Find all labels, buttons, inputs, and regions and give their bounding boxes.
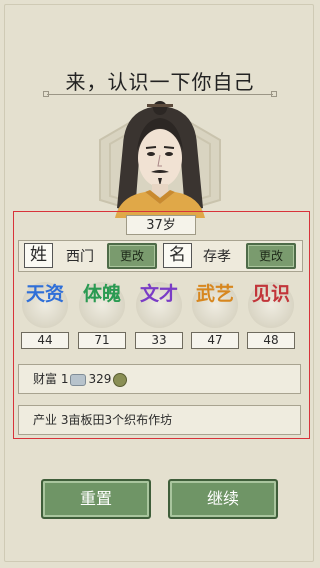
- surname-value: 西门: [66, 249, 94, 265]
- attribute-physique-label: 体魄: [82, 283, 121, 305]
- attribute-physique-value: 71: [78, 332, 126, 349]
- change-given-name-button[interactable]: 更改: [246, 243, 296, 269]
- attribute-literary-value: 33: [135, 332, 183, 349]
- copper-coin-icon: [113, 372, 128, 387]
- wealth-label: 财富: [33, 372, 58, 386]
- reset-button[interactable]: 重置: [41, 479, 151, 519]
- attribute-aptitude-label: 天资: [25, 283, 64, 305]
- property-value: 3亩板田3个织布作坊: [60, 413, 173, 427]
- property-row: 产业 3亩板田3个织布作坊: [18, 405, 301, 435]
- given-name-label: 名: [163, 243, 192, 268]
- attribute-knowledge-value: 48: [247, 332, 295, 349]
- attribute-physique: 体魄: [77, 280, 127, 330]
- title-ornament-right: [271, 91, 277, 97]
- title-divider: [47, 94, 273, 95]
- attribute-martial-value: 47: [191, 332, 239, 349]
- attribute-martial-label: 武艺: [195, 283, 234, 305]
- continue-button[interactable]: 继续: [168, 479, 278, 519]
- attribute-aptitude-value: 44: [21, 332, 69, 349]
- surname-label: 姓: [24, 243, 53, 268]
- attribute-knowledge: 见识: [246, 280, 296, 330]
- attribute-knowledge-label: 见识: [251, 283, 290, 305]
- copper-count: 329: [88, 372, 112, 386]
- given-name-value: 存孝: [203, 249, 231, 265]
- attribute-literary-label: 文才: [139, 283, 178, 305]
- wealth-row: 财富 1 329: [18, 364, 301, 394]
- age-label: 37岁: [126, 215, 196, 235]
- silver-count: 1: [60, 372, 69, 386]
- silver-ingot-icon: [70, 373, 87, 386]
- property-label: 产业: [33, 413, 58, 427]
- attribute-martial: 武艺: [190, 280, 240, 330]
- attribute-aptitude: 天资: [20, 280, 70, 330]
- change-surname-button[interactable]: 更改: [107, 243, 157, 269]
- attribute-literary: 文才: [134, 280, 184, 330]
- character-portrait: [99, 101, 221, 218]
